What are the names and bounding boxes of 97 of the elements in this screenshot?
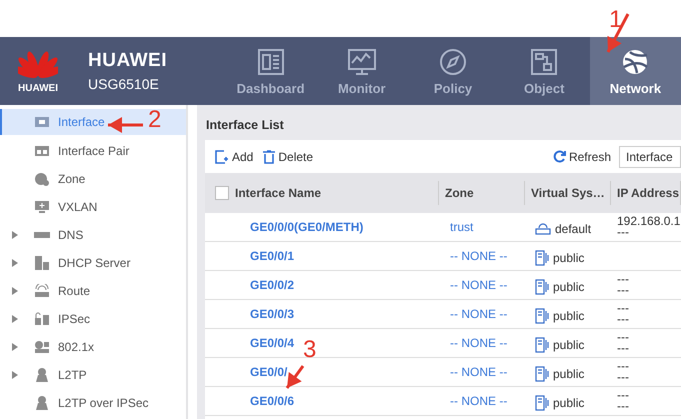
add-icon (215, 150, 229, 164)
ip-address-text: --- (617, 227, 629, 238)
interface-icon (34, 115, 50, 129)
ip-address-text: --- (617, 285, 629, 296)
sidebar-item[interactable]: Interface Pair (0, 137, 186, 165)
ip-address-text: --- (617, 303, 629, 314)
ip-address-text: --- (617, 401, 629, 412)
virtual-system-text: public (553, 396, 584, 410)
ipsec-icon (34, 312, 50, 326)
sidebar-item[interactable]: DNS (0, 221, 186, 249)
column-header[interactable]: Virtual Sys… (531, 186, 605, 200)
zone-icon (34, 172, 50, 186)
route-icon (34, 284, 50, 298)
virtual-system-text: default (555, 222, 592, 236)
zone-link[interactable]: -- NONE -- (450, 394, 508, 408)
l2tp-icon (34, 396, 50, 410)
interface-link[interactable]: GE0/0/6 (250, 394, 294, 408)
server-icon (535, 337, 549, 353)
nav-tab[interactable]: Network (590, 37, 681, 105)
interface-link[interactable]: GE0/0/ (250, 365, 288, 379)
filter-dropdown[interactable]: Interface (619, 146, 681, 168)
server-icon (535, 395, 549, 411)
expand-arrow-icon[interactable] (12, 259, 18, 267)
sidebar-item[interactable]: 802.1x (0, 333, 186, 361)
dashboard-icon (256, 46, 286, 76)
sidebar-item[interactable]: L2TP (0, 361, 186, 389)
sidebar-item[interactable]: L2TP over IPSec (0, 389, 186, 417)
expand-arrow-icon[interactable] (12, 343, 18, 351)
server-icon (535, 366, 549, 382)
column-header[interactable]: Interface Name (235, 186, 322, 200)
virtual-system-text: public (553, 309, 584, 323)
ip-address-text: --- (617, 314, 629, 325)
zone-link[interactable]: -- NONE -- (450, 365, 508, 379)
interface-link[interactable]: GE0/0/0(GE0/METH) (250, 220, 364, 234)
nav-tab[interactable]: Dashboard (225, 37, 316, 105)
interface-link[interactable]: GE0/0/4 (250, 336, 294, 350)
l2tp-icon (34, 368, 50, 382)
sidebar-item[interactable]: IPSec (0, 305, 186, 333)
ip-address-text: --- (617, 372, 629, 383)
add-button[interactable]: Add (213, 150, 256, 164)
object-diagram-icon (529, 46, 560, 76)
section-title: Interface List (205, 117, 285, 134)
pair-icon (34, 144, 50, 158)
compass-icon (438, 46, 468, 76)
zone-link[interactable]: trust (450, 220, 474, 234)
dot1x-icon (34, 340, 50, 354)
zone-link[interactable]: -- NONE -- (450, 278, 508, 292)
annotation-number: 3 (303, 338, 316, 362)
sidebar-item[interactable]: Zone (0, 165, 186, 193)
ip-address-text: --- (617, 361, 629, 372)
sidebar-item[interactable]: DHCP Server (0, 249, 186, 277)
refresh-button[interactable]: Refresh (550, 150, 613, 164)
sidebar-item[interactable]: VXLAN (0, 193, 186, 221)
interface-link[interactable]: GE0/0/3 (250, 307, 294, 321)
virtual-system-text: public (553, 338, 584, 352)
column-header[interactable]: Zone (445, 186, 474, 200)
nav-tab[interactable]: Monitor (316, 37, 408, 105)
server-icon (535, 279, 549, 295)
interface-link[interactable]: GE0/0/2 (250, 278, 294, 292)
logo-text: HUAWEI (18, 82, 58, 94)
brand-name: HUAWEI (88, 50, 168, 72)
expand-arrow-icon[interactable] (12, 371, 18, 379)
annotation-arrow (286, 365, 304, 389)
vxlan-icon (34, 200, 50, 214)
trash-icon (263, 150, 276, 164)
ip-address-text: 192.168.0.1 (617, 216, 680, 227)
dhcp-icon (34, 256, 50, 270)
nav-tab[interactable]: Policy (407, 37, 499, 105)
annotation-arrow (108, 117, 143, 133)
server-icon (535, 250, 549, 266)
zone-link[interactable]: -- NONE -- (450, 336, 508, 350)
ip-address-text: --- (617, 332, 629, 343)
ip-address-text: --- (617, 274, 629, 285)
refresh-icon (552, 150, 566, 163)
expand-arrow-icon[interactable] (12, 287, 18, 295)
monitor-chart-icon (346, 46, 377, 76)
annotation-number: 1 (609, 8, 622, 32)
ip-address-text: --- (617, 343, 629, 354)
server-icon (535, 308, 549, 324)
zone-link[interactable]: -- NONE -- (450, 307, 508, 321)
expand-arrow-icon[interactable] (12, 315, 18, 323)
zone-link[interactable]: -- NONE -- (450, 249, 508, 263)
nav-tab[interactable]: Object (498, 37, 590, 105)
flower-logo-icon (18, 48, 58, 80)
column-header[interactable]: IP Address (617, 188, 680, 198)
sidebar-item[interactable]: Route (0, 277, 186, 305)
delete-button[interactable]: Delete (261, 150, 316, 164)
virtual-system-text: public (553, 251, 584, 265)
ip-address-text: --- (617, 390, 629, 401)
virtual-system-text: public (553, 280, 584, 294)
virtual-system-text: public (553, 367, 584, 381)
annotation-number: 2 (148, 108, 162, 132)
expand-arrow-icon[interactable] (12, 231, 18, 239)
device-model: USG6510E (88, 76, 160, 92)
select-all-checkbox[interactable] (215, 186, 229, 200)
router-icon (535, 222, 551, 236)
interface-link[interactable]: GE0/0/1 (250, 249, 294, 263)
